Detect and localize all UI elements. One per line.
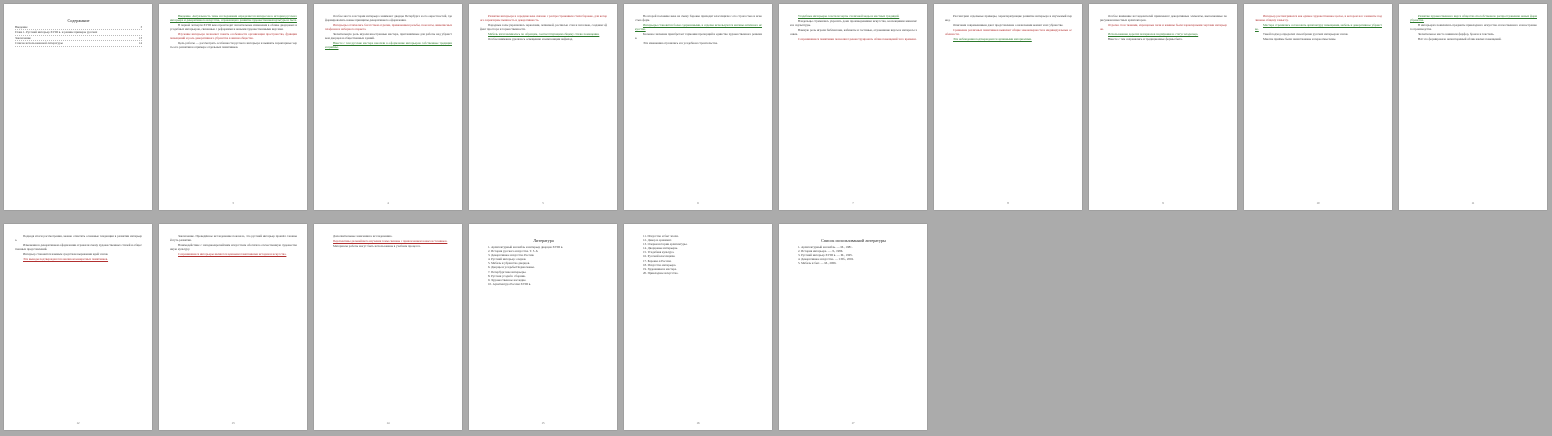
body-paragraph: Мебель изготавливалась по образцам, соот… <box>488 32 600 37</box>
document-page[interactable]: Литература 1. Архитектурный ансамбль и ин… <box>469 224 617 430</box>
body-paragraph: Эти наблюдения подтверждаются архивными … <box>953 37 1032 42</box>
body-paragraph: Развитие художественного вкуса общества … <box>1410 14 1537 23</box>
toc-entry-title: Список использованной литературы <box>15 41 63 46</box>
page-number: 15 <box>541 421 545 425</box>
document-page[interactable]: Содержание Введение 3 Глава 1. Русский инте… <box>4 4 152 210</box>
body-paragraph: Сравнение различных памятников выявляет … <box>945 28 1072 37</box>
document-page[interactable]: Развитие интерьера в середине века связа… <box>469 4 617 210</box>
toc-entry[interactable]: Заключение 13 <box>15 35 142 42</box>
page-number: 4 <box>387 201 389 205</box>
body-paragraph: Во второй половине века на смену барокко… <box>635 14 762 23</box>
body-paragraph: Сохранившиеся интерьеры являются ценными… <box>178 252 287 257</box>
reference-list: 11. Искусство и быт эпохи. 12. Декор и ор… <box>635 234 762 275</box>
page-number: 12 <box>76 421 80 425</box>
body-paragraph: Большое значение приобретает гармония пр… <box>635 32 762 41</box>
document-page[interactable]: Усадебные интерьеры сочетали черты столи… <box>779 4 927 210</box>
body-paragraph: Отделка стен тканями, изразцовые печи и … <box>1100 23 1227 32</box>
body-paragraph: Интерьер рассматривался как единое худож… <box>1255 14 1382 23</box>
body-paragraph: Подводя итоги рассмотрения, можно отмети… <box>15 234 142 243</box>
toc-entry[interactable]: Введение 3 <box>15 25 142 31</box>
reference-list: 1. Архитектурный ансамбль и интерьер дво… <box>480 245 607 286</box>
body-paragraph: Всё это формировало неповторимый облик ж… <box>1418 37 1502 42</box>
page-number: 13 <box>231 421 235 425</box>
document-page[interactable]: 11. Искусство и быт эпохи. 12. Декор и ор… <box>624 224 772 430</box>
body-paragraph: В первой четверти XVIII века происходят … <box>170 23 297 32</box>
document-page[interactable]: Дополнительные замечания к исследованию.… <box>314 224 462 430</box>
body-paragraph: В интерьерах появлялись предметы приклад… <box>1410 23 1537 32</box>
page-number: 17 <box>851 421 855 425</box>
body-paragraph: Значительное место занимали фарфор, брон… <box>1418 32 1495 37</box>
document-page[interactable]: Развитие художественного вкуса общества … <box>1399 4 1547 210</box>
page-number: 7 <box>852 201 854 205</box>
body-paragraph: Интерьеры становятся более сдержанными, … <box>635 23 762 32</box>
body-paragraph: Мастера стремились согласовать архитекту… <box>1255 23 1382 32</box>
page-number: 11 <box>1471 201 1475 205</box>
body-paragraph: Использование дорогих материалов подчёрк… <box>1108 32 1199 37</box>
toc-entry[interactable]: Глава 1. Русский интерьер XVIII в. и ран… <box>15 30 142 36</box>
document-page[interactable]: Интерьер рассматривался как единое худож… <box>1244 4 1392 210</box>
toc-entry-page: 3 <box>140 25 142 29</box>
body-paragraph: Важную роль играли библиотеки, кабинеты … <box>790 28 917 37</box>
body-paragraph: Эти изменения отразились и в усадебном с… <box>643 41 718 46</box>
toc-entry-title: Введение <box>15 25 28 29</box>
body-paragraph: Цель работы — рассмотреть особенности ру… <box>170 41 297 50</box>
page-number: 10 <box>1316 201 1320 205</box>
reference-item: 5. Мебель и быт. — М., 2006. <box>798 261 837 266</box>
body-paragraph: Многие приёмы были заимствованы и переос… <box>1263 37 1337 42</box>
toc-entry-page: 13 <box>138 35 142 40</box>
toc-entry[interactable]: Список использованной литературы 14 <box>15 41 142 47</box>
page-heading: Список использованной литературы <box>821 238 886 243</box>
body-paragraph: Развитие интерьера в середине века связа… <box>480 14 607 23</box>
page-number: 9 <box>1162 201 1164 205</box>
toc-entry-page: 14 <box>138 41 142 46</box>
body-paragraph: Вместе с тем русские мастера вносили в о… <box>325 41 452 50</box>
page-heading: Содержание <box>67 18 90 23</box>
body-paragraph: Заключение. Проведённое исследование пок… <box>170 234 297 243</box>
reference-list: 1. Архитектурный ансамбль. — М., 1981. 2.… <box>790 245 917 265</box>
body-paragraph: Интерьер становится важным средством выр… <box>23 252 109 257</box>
document-page[interactable]: Особое место в истории интерьера занимаю… <box>314 4 462 210</box>
page-number: 3 <box>232 201 234 205</box>
body-paragraph: Вместе с тем сохранялись и традиционные … <box>1108 37 1183 42</box>
page-number: 5 <box>542 201 544 205</box>
document-page[interactable]: Рассмотрим отдельные примеры, характериз… <box>934 4 1082 210</box>
body-paragraph: Усадебные интерьеры сочетали черты столи… <box>798 14 900 18</box>
body-paragraph: Дополнительные замечания к исследованию. <box>333 234 393 238</box>
body-paragraph: Значительную роль играли иностранные мас… <box>325 32 452 41</box>
body-paragraph: Эти выводы подтверждаются анализом конкр… <box>23 257 109 262</box>
body-paragraph: Сохранившиеся памятники позволяют реконс… <box>798 37 917 42</box>
body-paragraph: Особое внимание исследователей привлекаю… <box>1100 14 1227 23</box>
document-page[interactable]: Заключение. Проведённое исследование пок… <box>159 224 307 430</box>
document-page[interactable]: Подводя итоги рассмотрения, можно отмети… <box>4 224 152 430</box>
page-number: 14 <box>386 421 390 425</box>
body-paragraph: Рассмотрим отдельные примеры, характериз… <box>945 14 1072 23</box>
reference-item: 10. Архитектура России XVIII в. <box>488 281 532 286</box>
toc-entry-title: Глава 1. Русский интерьер XVIII в. и ран… <box>15 30 98 35</box>
body-paragraph: Введение. Актуальность темы исследования… <box>170 14 297 23</box>
page-heading: Литература <box>533 238 554 243</box>
body-paragraph: Парадные залы украшались зеркалами, лепн… <box>480 23 607 32</box>
reference-item: 20. Прикладное искусство. <box>643 270 679 275</box>
body-paragraph: Взаимодействие с западноевропейским иску… <box>170 243 297 252</box>
body-paragraph: Владельцы стремились украсить дома произ… <box>790 19 917 28</box>
body-paragraph: Изменения в декоративном оформлении отра… <box>15 243 142 252</box>
body-paragraph: Особое внимание уделялось освещению и ко… <box>488 37 573 42</box>
body-paragraph: Особое место в истории интерьера занимаю… <box>325 14 452 23</box>
document-page[interactable]: Особое внимание исследователей привлекаю… <box>1089 4 1237 210</box>
body-paragraph: Перспективы дальнейшего изучения темы св… <box>333 239 448 244</box>
document-page[interactable]: Во второй половине века на смену барокко… <box>624 4 772 210</box>
body-paragraph: Изучение интерьера позволяет понять особ… <box>170 32 297 41</box>
toc-entry-title: Заключение <box>15 35 31 40</box>
body-paragraph: Материалы работы могут быть использованы… <box>333 244 421 249</box>
body-paragraph: Интерьеры отличались богатством отделки,… <box>325 23 452 32</box>
document-page[interactable]: Список использованной литературы 1. Архит… <box>779 224 927 430</box>
document-page[interactable]: Введение. Актуальность темы исследования… <box>159 4 307 210</box>
page-number: 6 <box>697 201 699 205</box>
body-paragraph: Такой подход определил своеобразие русск… <box>1263 32 1349 37</box>
page-number: 16 <box>696 421 700 425</box>
body-paragraph: Описания современников дают представлени… <box>953 23 1064 28</box>
page-number: 8 <box>1007 201 1009 205</box>
